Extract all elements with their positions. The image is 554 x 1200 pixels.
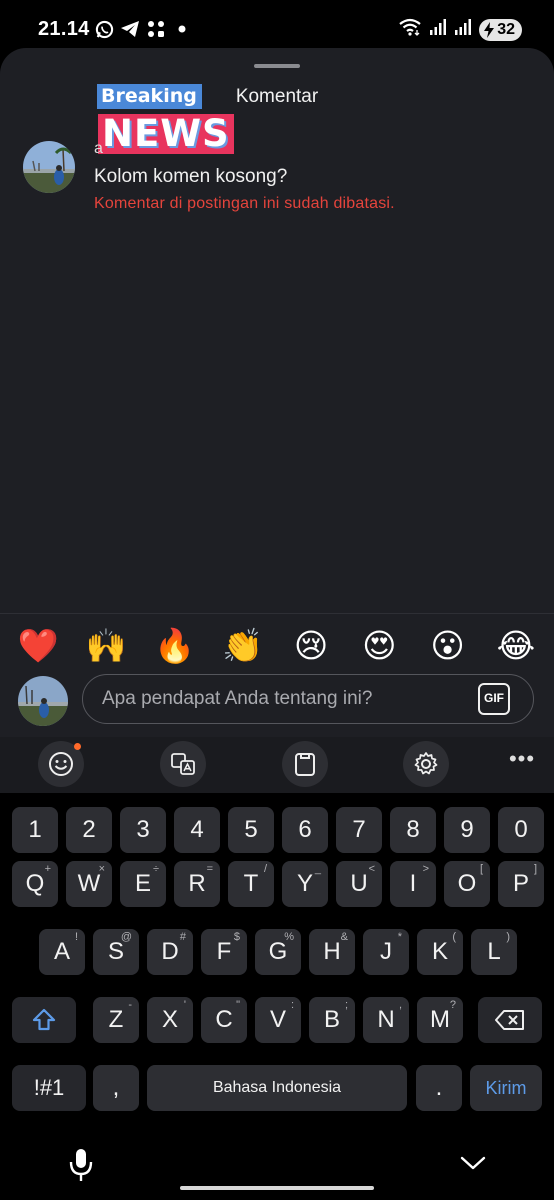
signal-icon-2: [454, 18, 472, 41]
key-q[interactable]: Q +: [12, 861, 58, 907]
comment-text: Kolom komen kosong?: [94, 166, 288, 187]
key-c[interactable]: C ": [201, 997, 247, 1043]
smiley-icon: [49, 752, 73, 776]
key-8[interactable]: 8: [390, 807, 436, 853]
key-j[interactable]: J *: [363, 929, 409, 975]
key-3[interactable]: 3: [120, 807, 166, 853]
battery-indicator: 32: [479, 18, 522, 41]
apps-icon: [146, 18, 166, 40]
shift-icon: [32, 1008, 56, 1031]
key-a[interactable]: A!: [39, 929, 85, 975]
emoji-raised-hands[interactable]: 🙌: [80, 624, 132, 668]
comments-sheet: Komentar Breaking NEWS a Kolom komen kos…: [0, 48, 554, 800]
translate-button[interactable]: [160, 741, 206, 787]
key-x[interactable]: X ': [147, 997, 193, 1043]
key-v[interactable]: V:: [255, 997, 301, 1043]
hide-keyboard-icon[interactable]: [458, 1153, 488, 1173]
battery-level: 32: [497, 20, 515, 38]
clipboard-icon: [295, 753, 315, 776]
space-key[interactable]: Bahasa Indonesia: [147, 1065, 407, 1111]
emoji-clap[interactable]: 👏: [217, 624, 269, 668]
gear-icon: [414, 752, 438, 775]
key-s[interactable]: S @: [93, 929, 139, 975]
wifi-icon: [398, 18, 422, 41]
key-k[interactable]: K(: [417, 929, 463, 975]
comments-restricted-notice: Komentar di postingan ini sudah dibatasi…: [94, 195, 395, 212]
status-time: 21.14: [38, 18, 90, 40]
key-f[interactable]: F $: [201, 929, 247, 975]
signal-icon: [429, 18, 447, 41]
key-u[interactable]: U <: [336, 861, 382, 907]
translate-icon: [171, 753, 195, 775]
keyboard-settings-button[interactable]: [403, 741, 449, 787]
shift-key[interactable]: [12, 997, 76, 1043]
gif-button[interactable]: GIF: [478, 683, 510, 715]
backspace-icon: [495, 1010, 524, 1030]
key-i[interactable]: I >: [390, 861, 436, 907]
key-o[interactable]: O[: [444, 861, 490, 907]
telegram-icon: [120, 18, 140, 40]
comment-author: a: [94, 140, 103, 157]
symbols-key[interactable]: !#1: [12, 1065, 86, 1111]
more-options-icon[interactable]: •••: [507, 748, 537, 775]
emoji-heart-eyes[interactable]: 😍: [353, 624, 405, 668]
emoji-laughing[interactable]: 😂: [490, 624, 542, 668]
key-4[interactable]: 4: [174, 807, 220, 853]
key-b[interactable]: B;: [309, 997, 355, 1043]
backspace-key[interactable]: [478, 997, 542, 1043]
quick-emoji-row: ❤️ 🙌 🔥 👏 😢 😍 😮 😂: [0, 624, 554, 668]
logo-line-2: NEWS: [98, 114, 234, 154]
key-1[interactable]: 1: [12, 807, 58, 853]
key-y[interactable]: Y _: [282, 861, 328, 907]
my-avatar: [18, 676, 68, 726]
period-key[interactable]: .: [416, 1065, 462, 1111]
keyboard: 1 2 3 4 5 6 7 8 9 0 Q + W × E ÷ R = T / Y _ U <…: [0, 793, 554, 1200]
key-m[interactable]: M?: [417, 997, 463, 1043]
notification-icons: [94, 18, 192, 40]
send-key[interactable]: Kirim: [470, 1065, 542, 1111]
sheet-drag-handle[interactable]: [254, 64, 300, 68]
emoji-crying[interactable]: 😢: [285, 624, 337, 668]
key-9[interactable]: 9: [444, 807, 490, 853]
home-indicator[interactable]: [180, 1186, 374, 1190]
key-l[interactable]: L): [471, 929, 517, 975]
key-g[interactable]: G%: [255, 929, 301, 975]
breaking-news-logo: Breaking NEWS: [97, 84, 237, 158]
battery-charging-icon: [484, 21, 495, 38]
comma-key[interactable]: ,: [93, 1065, 139, 1111]
key-e[interactable]: E ÷: [120, 861, 166, 907]
emoji-surprised[interactable]: 😮: [422, 624, 474, 668]
emoji-fire[interactable]: 🔥: [149, 624, 201, 668]
key-0[interactable]: 0: [498, 807, 544, 853]
key-p[interactable]: P]: [498, 861, 544, 907]
logo-line-1: Breaking: [97, 84, 202, 109]
key-n[interactable]: N,: [363, 997, 409, 1043]
emoji-keyboard-button[interactable]: [38, 741, 84, 787]
key-5[interactable]: 5: [228, 807, 274, 853]
system-icons: 32: [398, 18, 522, 41]
divider: [0, 613, 554, 614]
key-2[interactable]: 2: [66, 807, 112, 853]
whatsapp-icon: [94, 18, 114, 40]
sheet-title: Komentar: [235, 86, 319, 107]
key-h[interactable]: H &: [309, 929, 355, 975]
dot-icon: [172, 18, 192, 40]
key-t[interactable]: T /: [228, 861, 274, 907]
microphone-icon[interactable]: [66, 1147, 96, 1183]
clipboard-button[interactable]: [282, 741, 328, 787]
emoji-heart[interactable]: ❤️: [12, 624, 64, 668]
key-6[interactable]: 6: [282, 807, 328, 853]
comment-input-placeholder: Apa pendapat Anda tentang ini?: [102, 688, 373, 709]
author-avatar[interactable]: [23, 141, 75, 193]
key-w[interactable]: W ×: [66, 861, 112, 907]
key-7[interactable]: 7: [336, 807, 382, 853]
notification-dot: [74, 743, 81, 750]
key-r[interactable]: R =: [174, 861, 220, 907]
comment-input[interactable]: Apa pendapat Anda tentang ini? GIF: [82, 674, 534, 724]
keyboard-toolbar: •••: [0, 737, 554, 793]
keyboard-bottom-bar: [0, 1135, 554, 1200]
key-z[interactable]: Z-: [93, 997, 139, 1043]
key-d[interactable]: D #: [147, 929, 193, 975]
